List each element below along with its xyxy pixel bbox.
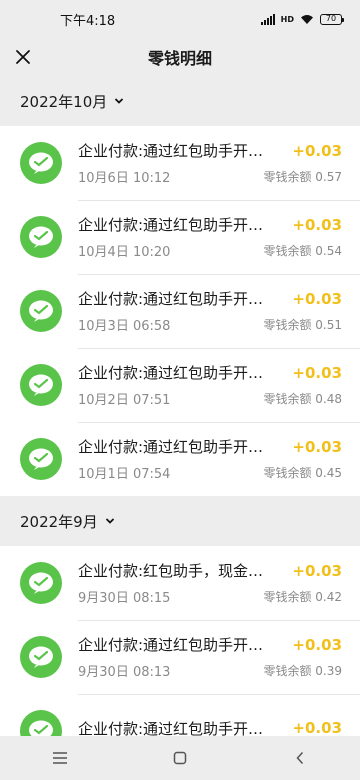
transaction-row[interactable]: 企业付款:通过红包助手开… +0.03 10月6日 10:12 零钱余额 0.57 xyxy=(0,126,360,200)
transaction-time: 10月1日 07:54 xyxy=(78,467,171,482)
month-list: 企业付款:通过红包助手开… +0.03 10月6日 10:12 零钱余额 0.57 … xyxy=(0,126,360,496)
transaction-amount: +0.03 xyxy=(292,289,342,308)
transaction-amount: +0.03 xyxy=(292,363,342,382)
system-nav-bar xyxy=(0,736,360,780)
transaction-time: 9月30日 08:15 xyxy=(78,591,171,606)
month-selector[interactable]: 2022年10月 xyxy=(0,76,360,126)
wechat-pay-icon xyxy=(20,142,62,184)
month-list: 企业付款:红包助手，现金… +0.03 9月30日 08:15 零钱余额 0.42 … xyxy=(0,546,360,736)
transaction-title: 企业付款:通过红包助手开… xyxy=(78,142,264,160)
transaction-title: 企业付款:通过红包助手开… xyxy=(78,719,264,737)
home-icon xyxy=(173,751,187,765)
transaction-amount: +0.03 xyxy=(292,561,342,580)
wechat-pay-icon xyxy=(20,290,62,332)
transaction-amount: +0.03 xyxy=(292,141,342,160)
transaction-list[interactable]: 2022年10月 企业付款:通过红包助手开… +0.03 10月6日 10:12 零… xyxy=(0,76,360,736)
back-icon xyxy=(296,751,304,765)
month-label: 2022年10月 xyxy=(20,92,108,111)
transaction-row[interactable]: 企业付款:通过红包助手开… +0.03 xyxy=(0,694,360,736)
balance-after: 零钱余额 0.51 xyxy=(263,318,342,332)
transaction-row[interactable]: 企业付款:通过红包助手开… +0.03 10月3日 06:58 零钱余额 0.51 xyxy=(0,274,360,348)
transaction-amount: +0.03 xyxy=(292,437,342,456)
chevron-down-icon xyxy=(115,98,124,104)
transaction-row[interactable]: 企业付款:通过红包助手开… +0.03 10月4日 10:20 零钱余额 0.54 xyxy=(0,200,360,274)
home-button[interactable] xyxy=(160,738,200,778)
balance-after: 零钱余额 0.45 xyxy=(263,466,342,480)
transaction-title: 企业付款:通过红包助手开… xyxy=(78,216,264,234)
month-label: 2022年9月 xyxy=(20,512,98,531)
chevron-down-icon xyxy=(105,518,114,524)
transaction-time: 10月6日 10:12 xyxy=(78,171,171,186)
balance-after: 零钱余额 0.42 xyxy=(263,590,342,604)
nav-bar: 零钱明细 xyxy=(0,38,360,76)
transaction-title: 企业付款:通过红包助手开… xyxy=(78,438,264,456)
battery-icon: 70 xyxy=(320,13,344,25)
balance-after: 零钱余额 0.39 xyxy=(263,664,342,678)
wechat-pay-icon xyxy=(20,710,62,736)
transaction-amount: +0.03 xyxy=(292,719,342,736)
menu-button[interactable] xyxy=(40,738,80,778)
status-icons: HD 70 xyxy=(260,13,344,25)
transaction-title: 企业付款:通过红包助手开… xyxy=(78,290,264,308)
transaction-row[interactable]: 企业付款:通过红包助手开… +0.03 10月1日 07:54 零钱余额 0.45 xyxy=(0,422,360,496)
balance-after: 零钱余额 0.54 xyxy=(263,244,342,258)
page-title: 零钱明细 xyxy=(147,49,212,68)
transaction-title: 企业付款:通过红包助手开… xyxy=(78,364,264,382)
wechat-pay-icon xyxy=(20,364,62,406)
balance-after: 零钱余额 0.57 xyxy=(263,170,342,184)
transaction-amount: +0.03 xyxy=(292,635,342,654)
wechat-pay-icon xyxy=(20,636,62,678)
wifi-icon xyxy=(301,14,313,24)
transaction-time: 10月4日 10:20 xyxy=(78,245,171,260)
signal-icon xyxy=(260,13,275,25)
transaction-time: 10月3日 06:58 xyxy=(78,319,171,334)
transaction-title: 企业付款:红包助手，现金… xyxy=(78,562,264,580)
transaction-row[interactable]: 企业付款:红包助手，现金… +0.03 9月30日 08:15 零钱余额 0.42 xyxy=(0,546,360,620)
back-button[interactable] xyxy=(280,738,320,778)
balance-after: 零钱余额 0.48 xyxy=(263,392,342,406)
transaction-time: 9月30日 08:13 xyxy=(78,665,171,680)
month-selector[interactable]: 2022年9月 xyxy=(0,496,360,546)
hd-icon: HD xyxy=(280,14,294,24)
wechat-pay-icon xyxy=(20,216,62,258)
transaction-title: 企业付款:通过红包助手开… xyxy=(78,636,264,654)
status-bar: 下午4:18 HD 70 xyxy=(0,0,360,38)
wechat-pay-icon xyxy=(20,438,62,480)
transaction-time: 10月2日 07:51 xyxy=(78,393,171,408)
transaction-row[interactable]: 企业付款:通过红包助手开… +0.03 10月2日 07:51 零钱余额 0.48 xyxy=(0,348,360,422)
transaction-amount: +0.03 xyxy=(292,215,342,234)
status-time: 下午4:18 xyxy=(60,13,116,29)
menu-icon xyxy=(53,752,67,764)
close-icon[interactable] xyxy=(9,43,37,71)
transaction-row[interactable]: 企业付款:通过红包助手开… +0.03 9月30日 08:13 零钱余额 0.39 xyxy=(0,620,360,694)
wechat-pay-icon xyxy=(20,562,62,604)
